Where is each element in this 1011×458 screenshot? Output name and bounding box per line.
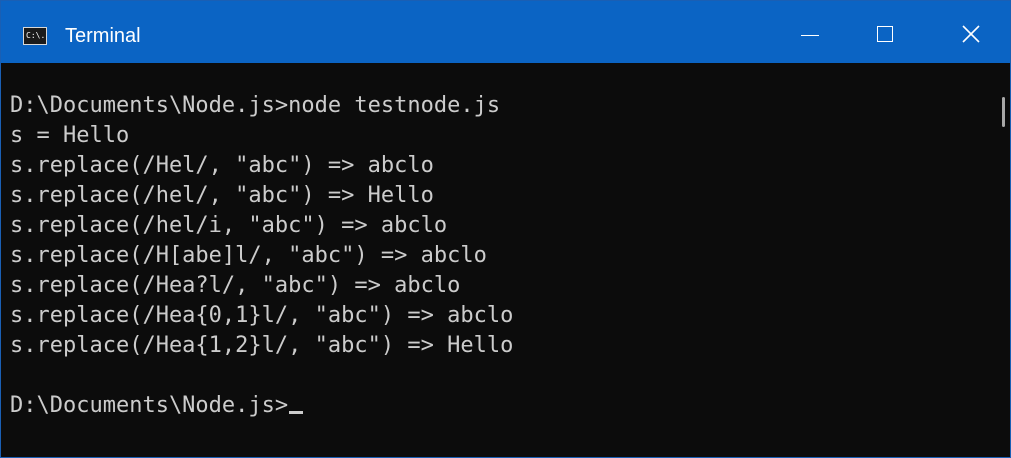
- minimize-button[interactable]: [787, 1, 833, 63]
- console-line: s = Hello: [10, 123, 130, 148]
- terminal-app-icon[interactable]: C:\.: [23, 27, 47, 45]
- console-line: s.replace(/Hel/, "abc") => abclo: [10, 153, 434, 178]
- console-line: s.replace(/hel/i, "abc") => abclo: [10, 213, 448, 238]
- prompt-line[interactable]: D:\Documents\Node.js>: [10, 391, 304, 421]
- maximize-icon: [877, 26, 893, 42]
- vertical-scrollbar[interactable]: [989, 63, 1010, 457]
- console-line: s.replace(/H[abe]l/, "abc") => abclo: [10, 243, 487, 268]
- text-cursor: [289, 411, 304, 414]
- terminal-window: C:\. Terminal D:\Documents\Node.js>node …: [0, 0, 1011, 458]
- console-line: s.replace(/Hea{0,1}l/, "abc") => abclo: [10, 303, 514, 328]
- title-bar[interactable]: C:\. Terminal: [1, 1, 1010, 63]
- scrollbar-thumb[interactable]: [1002, 97, 1005, 127]
- maximize-button[interactable]: [863, 1, 909, 63]
- prompt-text: D:\Documents\Node.js>: [10, 393, 289, 418]
- window-title: Terminal: [65, 25, 141, 47]
- console-output[interactable]: D:\Documents\Node.js>node testnode.js s …: [1, 63, 989, 457]
- close-icon: [962, 25, 980, 43]
- console-line: D:\Documents\Node.js>node testnode.js: [10, 93, 501, 118]
- console-line: s.replace(/hel/, "abc") => Hello: [10, 183, 434, 208]
- console-line: s.replace(/Hea{1,2}l/, "abc") => Hello: [10, 333, 514, 358]
- console-line: s.replace(/Hea?l/, "abc") => abclo: [10, 273, 461, 298]
- app-icon-label: C:\.: [26, 31, 46, 40]
- minimize-icon: [801, 35, 819, 36]
- close-button[interactable]: [949, 1, 995, 63]
